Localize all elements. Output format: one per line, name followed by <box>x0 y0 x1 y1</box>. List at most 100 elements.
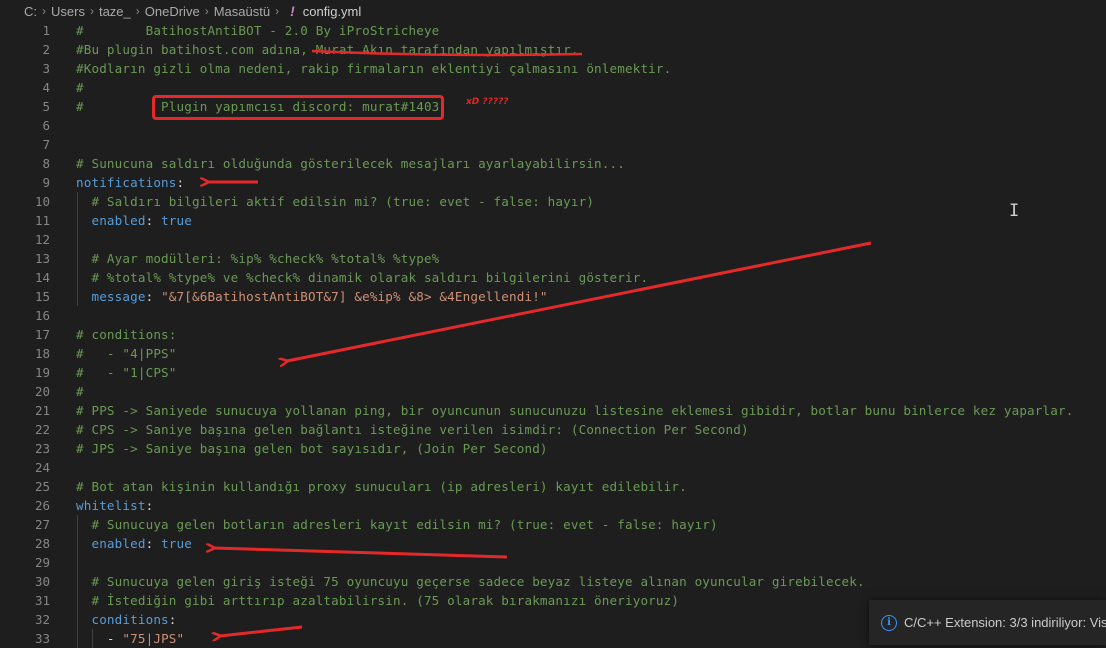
code-token: : <box>145 536 162 551</box>
line-number: 28 <box>34 536 50 551</box>
code-line[interactable]: 7 <box>0 135 1106 154</box>
code-line[interactable]: 21 # PPS -> Saniyede sunucuya yollanan pi… <box>0 401 1106 420</box>
code-line[interactable]: 3 #Kodların gizli olma nedeni, rakip firm… <box>0 59 1106 78</box>
chevron-right-icon: › <box>135 4 140 18</box>
code-line[interactable]: 17 # conditions: <box>0 325 1106 344</box>
notification-toast[interactable]: i C/C++ Extension: 3/3 indiriliyor: Vis <box>869 600 1106 645</box>
code-text: # - "4|PPS" <box>76 346 177 361</box>
line-number: 17 <box>34 327 50 342</box>
code-line[interactable]: 19 # - "1|CPS" <box>0 363 1106 382</box>
code-line[interactable]: 27 # Sunucuya gelen botların adresleri k… <box>0 515 1106 534</box>
code-line[interactable]: 24 <box>0 458 1106 477</box>
code-text: # Plugin yapımcısı discord: murat#1403 <box>76 99 439 114</box>
code-line[interactable]: 13 # Ayar modülleri: %ip% %check% %total… <box>0 249 1106 268</box>
code-token: : <box>145 289 162 304</box>
code-text: # conditions: <box>76 327 177 342</box>
breadcrumb-item[interactable]: OneDrive <box>145 4 200 19</box>
code-line[interactable]: 23 # JPS -> Saniye başına gelen bot sayıs… <box>0 439 1106 458</box>
code-line[interactable]: 12 <box>0 230 1106 249</box>
code-line[interactable]: 8 # Sunucuna saldırı olduğunda gösterilec… <box>0 154 1106 173</box>
breadcrumb-file[interactable]: config.yml <box>303 4 362 19</box>
code-line[interactable]: 28 enabled: true <box>0 534 1106 553</box>
code-token: "&7[&6BatihostAntiBOT&7] &e%ip% &8> &4En… <box>161 289 548 304</box>
code-token: #Kodların gizli olma nedeni, rakip firma… <box>76 61 672 76</box>
code-text: enabled: true <box>76 536 192 551</box>
code-line[interactable]: 25 # Bot atan kişinin kullandığı proxy su… <box>0 477 1106 496</box>
code-token: - <box>76 631 123 646</box>
line-number: 15 <box>34 289 50 304</box>
code-token: # - "1|CPS" <box>76 365 177 380</box>
line-number: 18 <box>34 346 50 361</box>
line-number: 23 <box>34 441 50 456</box>
code-line[interactable]: 22 # CPS -> Saniye başına gelen bağlantı … <box>0 420 1106 439</box>
indent-guide <box>77 515 78 648</box>
code-token: # Sunucuna saldırı olduğunda gösterilece… <box>76 156 625 171</box>
code-text: whitelist: <box>76 498 153 513</box>
code-line[interactable]: 29 <box>0 553 1106 572</box>
chevron-right-icon: › <box>89 4 94 18</box>
code-line[interactable]: 6 <box>0 116 1106 135</box>
code-token: # İstediğin gibi arttırıp azaltabilirsin… <box>91 593 680 608</box>
code-token: notifications <box>76 175 177 190</box>
code-line[interactable]: 20 # <box>0 382 1106 401</box>
line-number: 19 <box>34 365 50 380</box>
code-token: # Sunucuya gelen botların adresleri kayı… <box>91 517 718 532</box>
code-token: # Plugin yapımcısı discord: murat#1403 <box>76 99 440 114</box>
line-number: 31 <box>34 593 50 608</box>
code-line[interactable]: 11 enabled: true <box>0 211 1106 230</box>
code-line[interactable]: 18 # - "4|PPS" <box>0 344 1106 363</box>
code-line[interactable]: 30 # Sunucuya gelen giriş isteği 75 oyun… <box>0 572 1106 591</box>
code-text: # Sunucuya gelen giriş isteği 75 oyuncuy… <box>76 574 865 589</box>
line-number: 6 <box>42 118 50 133</box>
code-text: # %total% %type% ve %check% dinamik olar… <box>76 270 648 285</box>
code-text: # <box>76 80 84 95</box>
breadcrumb-item[interactable]: Masaüstü <box>214 4 270 19</box>
line-number: 33 <box>34 631 50 646</box>
breadcrumb-item[interactable]: Users <box>51 4 85 19</box>
breadcrumb-item[interactable]: taze_ <box>99 4 131 19</box>
code-line[interactable]: 10 # Saldırı bilgileri aktif edilsin mi?… <box>0 192 1106 211</box>
code-token: # JPS -> Saniye başına gelen bot sayısıd… <box>76 441 548 456</box>
line-number: 7 <box>42 137 50 152</box>
line-number: 22 <box>34 422 50 437</box>
code-text: # İstediğin gibi arttırıp azaltabilirsin… <box>76 593 679 608</box>
code-token: enabled <box>91 536 146 551</box>
code-token: # Bot atan kişinin kullandığı proxy sunu… <box>76 479 687 494</box>
code-editor[interactable]: 1 # BatihostAntiBOT - 2.0 By iProStrichey… <box>0 21 1106 648</box>
code-text: # Sunucuya gelen botların adresleri kayı… <box>76 517 718 532</box>
line-number: 29 <box>34 555 50 570</box>
code-line[interactable]: 4 # <box>0 78 1106 97</box>
line-number: 11 <box>34 213 50 228</box>
code-line[interactable]: 16 <box>0 306 1106 325</box>
code-token: # BatihostAntiBOT - 2.0 By iProStricheye <box>76 23 440 38</box>
indent-guide <box>92 629 93 648</box>
line-number: 5 <box>42 99 50 114</box>
code-line[interactable]: 5 # Plugin yapımcısı discord: murat#1403 <box>0 97 1106 116</box>
breadcrumb-item[interactable]: C: <box>24 4 37 19</box>
code-text: # <box>76 384 84 399</box>
code-token: # Sunucuya gelen giriş isteği 75 oyuncuy… <box>91 574 865 589</box>
code-token: # Saldırı bilgileri aktif edilsin mi? (t… <box>91 194 595 209</box>
code-line[interactable]: 9 notifications: <box>0 173 1106 192</box>
code-line[interactable]: 2 #Bu plugin batihost.com adına, Murat Ak… <box>0 40 1106 59</box>
code-text: # Sunucuna saldırı olduğunda gösterilece… <box>76 156 625 171</box>
code-text: # Ayar modülleri: %ip% %check% %total% %… <box>76 251 439 266</box>
code-line[interactable]: 14 # %total% %type% ve %check% dinamik o… <box>0 268 1106 287</box>
code-line[interactable]: 26 whitelist: <box>0 496 1106 515</box>
code-text: # PPS -> Saniyede sunucuya yollanan ping… <box>76 403 1073 418</box>
indent-guide <box>77 192 78 306</box>
line-number: 14 <box>34 270 50 285</box>
line-number: 3 <box>42 61 50 76</box>
line-number: 2 <box>42 42 50 57</box>
toast-message: C/C++ Extension: 3/3 indiriliyor: Vis <box>904 615 1106 630</box>
code-token: : <box>145 498 154 513</box>
code-line[interactable]: 1 # BatihostAntiBOT - 2.0 By iProStrichey… <box>0 21 1106 40</box>
code-token: : <box>176 175 185 190</box>
code-line[interactable]: 15 message: "&7[&6BatihostAntiBOT&7] &e%… <box>0 287 1106 306</box>
code-text: # BatihostAntiBOT - 2.0 By iProStricheye <box>76 23 439 38</box>
